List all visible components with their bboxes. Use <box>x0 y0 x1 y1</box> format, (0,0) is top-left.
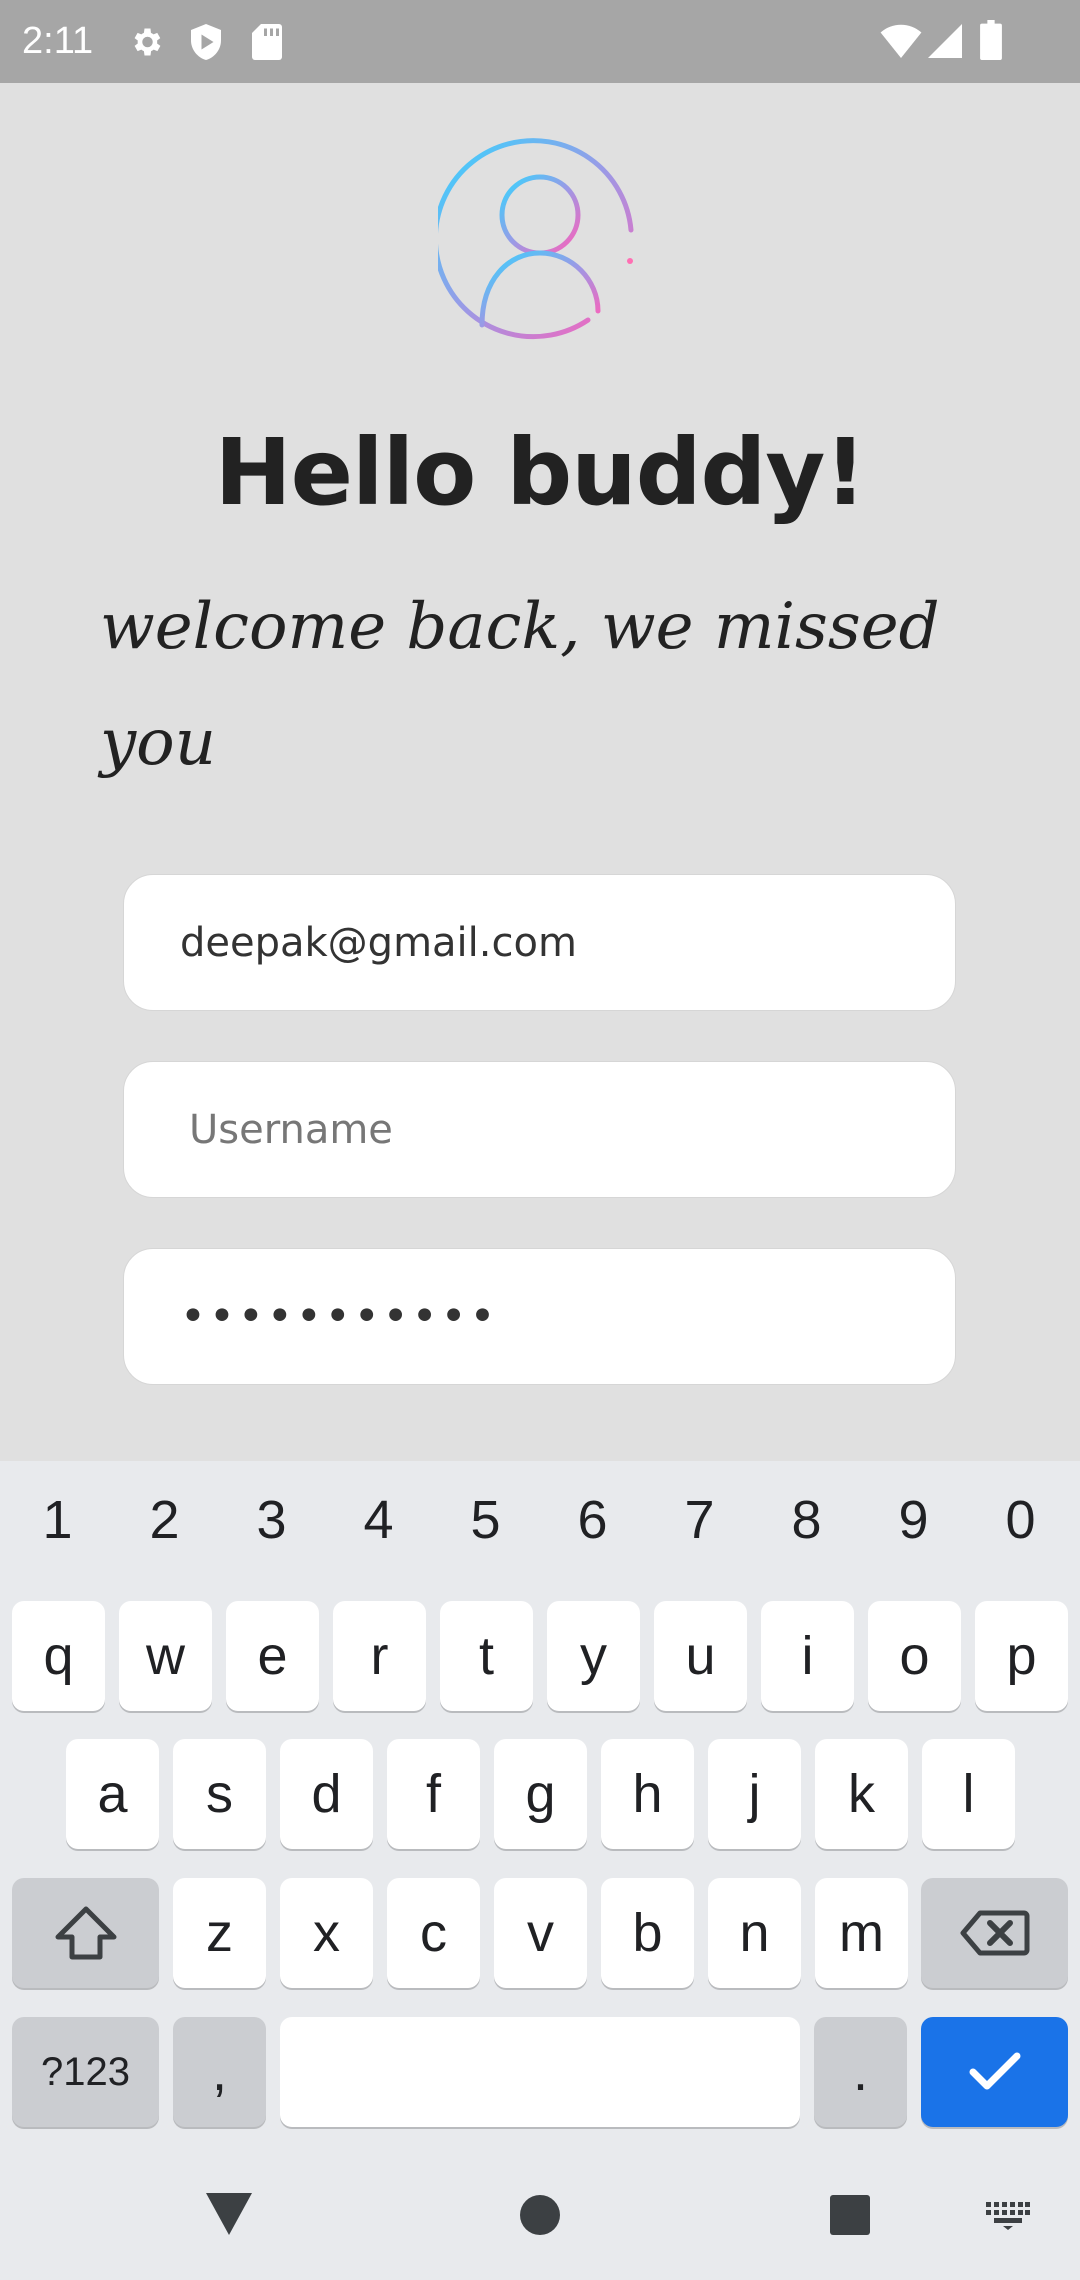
key-3[interactable]: 3 <box>218 1489 325 1551</box>
navigation-bar <box>0 2176 1080 2280</box>
battery-icon <box>980 20 1002 60</box>
sd-card-icon <box>252 24 282 60</box>
key-8[interactable]: 8 <box>753 1489 860 1551</box>
key-d[interactable]: d <box>280 1739 373 1849</box>
backspace-key[interactable] <box>921 1878 1068 1988</box>
key-1[interactable]: 1 <box>4 1489 111 1551</box>
shield-play-icon <box>191 24 221 60</box>
username-placeholder: Username <box>189 1106 393 1153</box>
key-n[interactable]: n <box>708 1878 801 1988</box>
key-l[interactable]: l <box>922 1739 1015 1849</box>
number-row: 1 2 3 4 5 6 7 8 9 0 <box>0 1489 1080 1569</box>
key-9[interactable]: 9 <box>860 1489 967 1551</box>
key-5[interactable]: 5 <box>432 1489 539 1551</box>
key-t[interactable]: t <box>440 1601 533 1711</box>
symbols-key[interactable]: ?123 <box>12 2017 159 2127</box>
key-o[interactable]: o <box>868 1601 961 1711</box>
checkmark-icon <box>969 2052 1020 2090</box>
email-value: deepak@gmail.com <box>180 919 577 966</box>
key-k[interactable]: k <box>815 1739 908 1849</box>
done-key[interactable] <box>921 2017 1068 2127</box>
password-mask: ••••••••••• <box>180 1291 499 1342</box>
login-screen: Hello buddy! welcome back, we missed you… <box>0 83 1080 1461</box>
keyboard-switch-icon[interactable] <box>986 2202 1030 2230</box>
status-bar: 2:11 <box>0 0 1080 83</box>
key-v[interactable]: v <box>494 1878 587 1988</box>
key-h[interactable]: h <box>601 1739 694 1849</box>
page-title: Hello buddy! <box>214 419 867 526</box>
key-m[interactable]: m <box>815 1878 908 1988</box>
settings-icon <box>134 28 161 56</box>
key-r[interactable]: r <box>333 1601 426 1711</box>
back-icon[interactable] <box>206 2193 252 2235</box>
wifi-icon <box>880 24 922 58</box>
key-b[interactable]: b <box>601 1878 694 1988</box>
key-7[interactable]: 7 <box>646 1489 753 1551</box>
key-j[interactable]: j <box>708 1739 801 1849</box>
key-y[interactable]: y <box>547 1601 640 1711</box>
key-u[interactable]: u <box>654 1601 747 1711</box>
key-z[interactable]: z <box>173 1878 266 1988</box>
key-w[interactable]: w <box>119 1601 212 1711</box>
password-field[interactable]: ••••••••••• <box>123 1248 956 1385</box>
key-0[interactable]: 0 <box>967 1489 1074 1551</box>
key-s[interactable]: s <box>173 1739 266 1849</box>
space-key[interactable] <box>280 2017 800 2127</box>
key-x[interactable]: x <box>280 1878 373 1988</box>
user-avatar-icon <box>438 138 634 340</box>
key-f[interactable]: f <box>387 1739 480 1849</box>
key-i[interactable]: i <box>761 1601 854 1711</box>
on-screen-keyboard: 1 2 3 4 5 6 7 8 9 0 q w e r t y u i o p … <box>0 1461 1080 2280</box>
key-p[interactable]: p <box>975 1601 1068 1711</box>
page-subtitle: welcome back, we missed you <box>100 590 940 780</box>
key-4[interactable]: 4 <box>325 1489 432 1551</box>
key-6[interactable]: 6 <box>539 1489 646 1551</box>
recents-icon[interactable] <box>829 2194 871 2236</box>
key-g[interactable]: g <box>494 1739 587 1849</box>
email-field[interactable]: deepak@gmail.com <box>123 874 956 1011</box>
status-time: 2:11 <box>22 20 94 62</box>
shift-key[interactable] <box>12 1878 159 1988</box>
comma-key[interactable]: , <box>173 2017 266 2127</box>
key-a[interactable]: a <box>66 1739 159 1849</box>
key-c[interactable]: c <box>387 1878 480 1988</box>
key-q[interactable]: q <box>12 1601 105 1711</box>
key-e[interactable]: e <box>226 1601 319 1711</box>
period-key[interactable]: . <box>814 2017 907 2127</box>
shift-icon <box>55 1906 116 1960</box>
username-field[interactable]: Username <box>123 1061 956 1198</box>
backspace-icon <box>960 1910 1029 1956</box>
home-icon[interactable] <box>519 2194 561 2236</box>
key-2[interactable]: 2 <box>111 1489 218 1551</box>
cell-signal-icon <box>928 24 962 58</box>
